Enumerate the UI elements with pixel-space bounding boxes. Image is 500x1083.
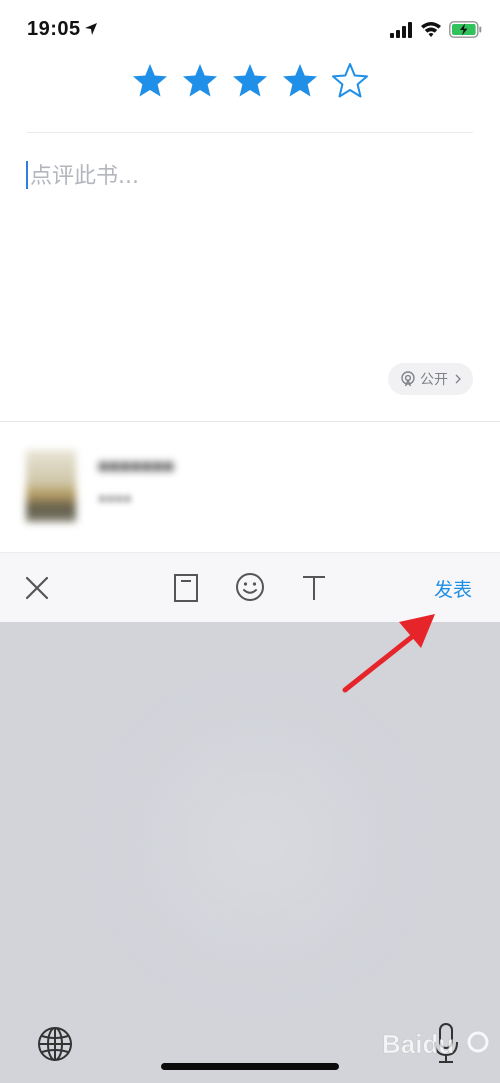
globe-icon[interactable] bbox=[37, 1026, 73, 1062]
close-button[interactable] bbox=[24, 575, 50, 601]
close-icon bbox=[25, 576, 49, 600]
book-author-blurred: ■■■■ bbox=[98, 490, 132, 506]
status-bar: 19:05 bbox=[0, 0, 500, 60]
bookmark-icon bbox=[174, 574, 198, 602]
star-filled-icon[interactable] bbox=[281, 62, 319, 100]
divider bbox=[27, 132, 473, 133]
keyboard-area bbox=[0, 622, 500, 1083]
book-cover bbox=[26, 450, 76, 522]
home-indicator bbox=[161, 1063, 339, 1070]
star-rating[interactable] bbox=[0, 62, 500, 112]
publish-button[interactable]: 发表 bbox=[434, 575, 472, 601]
text-format-icon bbox=[303, 576, 325, 600]
star-filled-icon[interactable] bbox=[131, 62, 169, 100]
emoji-button[interactable] bbox=[235, 572, 265, 602]
book-title-blurred: ■■■■■■■ bbox=[98, 456, 175, 476]
battery-charging-icon bbox=[449, 21, 482, 38]
book-card[interactable]: ■■■■■■■ ■■■■ bbox=[0, 422, 500, 552]
star-empty-icon[interactable] bbox=[331, 62, 369, 100]
chevron-right-icon bbox=[455, 374, 461, 384]
visibility-toggle[interactable]: 公开 bbox=[388, 363, 473, 395]
text-format-button[interactable] bbox=[301, 574, 327, 602]
cellular-signal-icon bbox=[390, 22, 412, 38]
location-arrow-icon bbox=[85, 23, 97, 35]
keyboard-blurred-content bbox=[130, 712, 390, 972]
status-time: 19:05 bbox=[27, 18, 81, 40]
bookmark-button[interactable] bbox=[173, 573, 199, 603]
review-input[interactable] bbox=[30, 160, 470, 192]
editor-toolbar: 发表 bbox=[0, 552, 500, 622]
microphone-icon[interactable] bbox=[433, 1022, 459, 1064]
emoji-icon bbox=[236, 573, 264, 601]
visibility-label: 公开 bbox=[420, 371, 448, 387]
broadcast-icon bbox=[401, 371, 415, 387]
star-filled-icon[interactable] bbox=[181, 62, 219, 100]
star-filled-icon[interactable] bbox=[231, 62, 269, 100]
text-cursor bbox=[26, 161, 28, 189]
wifi-icon bbox=[421, 22, 441, 37]
